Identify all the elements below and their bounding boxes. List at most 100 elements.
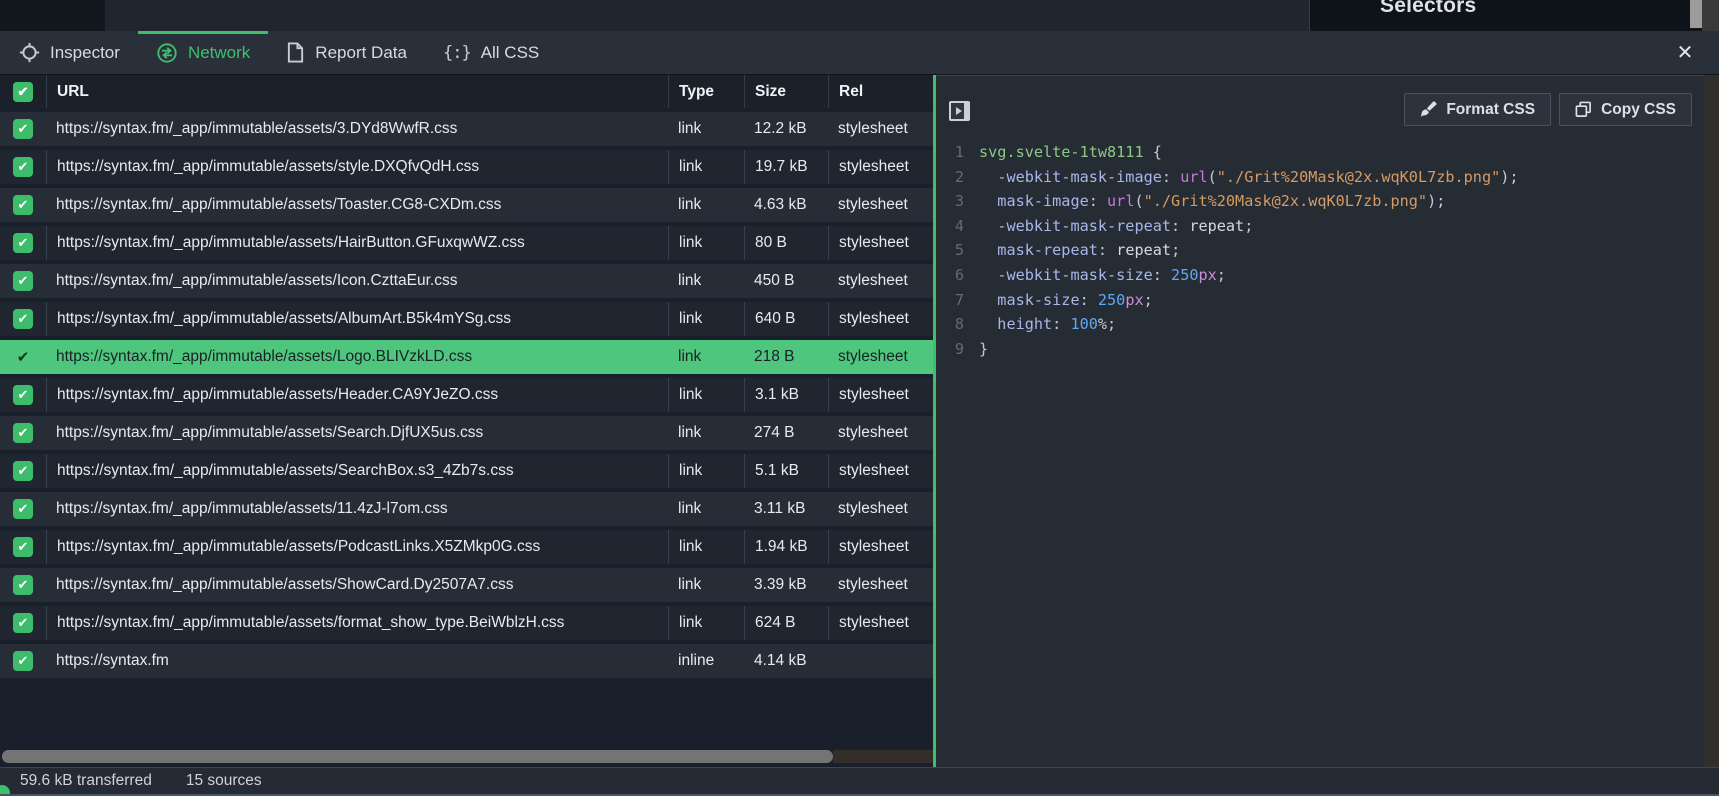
- row-checkbox[interactable]: ✔: [13, 461, 33, 481]
- row-checkbox[interactable]: ✔: [13, 423, 33, 443]
- row-checkbox-cell[interactable]: ✔: [0, 492, 46, 526]
- row-checkbox-cell[interactable]: ✔: [0, 112, 46, 146]
- network-table-panel: ✔ URL Type Size Rel ✔ https://syntax.fm/_…: [0, 75, 933, 767]
- row-type: link: [668, 530, 744, 564]
- row-checkbox-cell[interactable]: ✔: [0, 150, 46, 184]
- code-line: 6 -webkit-mask-size: 250px;: [936, 263, 1704, 288]
- vertical-scrollbar-track[interactable]: [1704, 75, 1719, 767]
- row-checkbox[interactable]: ✔: [13, 309, 33, 329]
- row-type: link: [668, 150, 744, 184]
- css-code-panel: Format CSS Copy CSS 1svg.svelte-1tw8111 …: [936, 75, 1704, 767]
- row-checkbox-cell[interactable]: ✔: [0, 454, 46, 488]
- row-rel: stylesheet: [828, 264, 933, 298]
- row-checkbox-cell[interactable]: ✔: [0, 264, 46, 298]
- row-checkbox[interactable]: ✔: [13, 195, 33, 215]
- table-row[interactable]: ✔https://syntax.fm/_app/immutable/assets…: [0, 568, 933, 602]
- row-url: https://syntax.fm/_app/immutable/assets/…: [46, 150, 668, 184]
- row-checkbox-cell[interactable]: ✔: [0, 188, 46, 222]
- line-number: 3: [936, 189, 964, 214]
- column-header-type[interactable]: Type: [668, 75, 744, 108]
- row-url: https://syntax.fm/_app/immutable/assets/…: [46, 530, 668, 564]
- row-checkbox-cell[interactable]: ✔: [0, 302, 46, 336]
- line-number: 1: [936, 140, 964, 165]
- table-row[interactable]: ✔https://syntax.fm/_app/immutable/assets…: [0, 112, 933, 146]
- row-url: https://syntax.fm/_app/immutable/assets/…: [46, 264, 668, 298]
- select-all-checkbox-cell[interactable]: ✔: [0, 75, 46, 108]
- paintbrush-icon: [1420, 101, 1437, 118]
- row-checkbox[interactable]: ✔: [13, 537, 33, 557]
- table-row[interactable]: ✔ https://syntax.fm/_app/immutable/assets…: [0, 530, 933, 564]
- row-size: 218 B: [744, 340, 828, 374]
- row-checkbox[interactable]: ✔: [13, 347, 33, 367]
- copy-css-button[interactable]: Copy CSS: [1559, 93, 1692, 126]
- sidebar-toggle-icon[interactable]: [949, 101, 970, 121]
- column-header-url[interactable]: URL: [46, 75, 668, 108]
- table-row[interactable]: ✔https://syntax.fm/_app/immutable/assets…: [0, 340, 933, 374]
- row-rel: stylesheet: [828, 530, 933, 564]
- row-type: link: [668, 606, 744, 640]
- table-row[interactable]: ✔https://syntax.fm/_app/immutable/assets…: [0, 416, 933, 450]
- table-row[interactable]: ✔https://syntax.fm/_app/immutable/assets…: [0, 454, 933, 488]
- row-rel: stylesheet: [828, 188, 933, 222]
- table-row[interactable]: ✔ https://syntax.fm/_app/immutable/assets…: [0, 492, 933, 526]
- row-checkbox[interactable]: ✔: [13, 271, 33, 291]
- transferred-total: 59.6 kB transferred: [20, 772, 152, 790]
- row-url: https://syntax.fm/_app/immutable/assets/…: [46, 302, 668, 336]
- table-row[interactable]: ✔ https://syntax.fm/_app/immutable/assets…: [0, 150, 933, 184]
- row-rel: stylesheet: [828, 150, 933, 184]
- page-behind-selectors-panel: Selectors: [1309, 0, 1719, 31]
- line-number: 7: [936, 288, 964, 313]
- column-header-rel[interactable]: Rel: [828, 75, 933, 108]
- css-code-editor[interactable]: 1svg.svelte-1tw8111 {2 -webkit-mask-imag…: [936, 132, 1704, 767]
- tab-all-css[interactable]: {:} All CSS: [425, 31, 557, 74]
- tab-network[interactable]: Network: [138, 31, 268, 74]
- row-checkbox[interactable]: ✔: [13, 119, 33, 139]
- code-line: 8 height: 100%;: [936, 312, 1704, 337]
- row-url: https://syntax.fm: [46, 644, 668, 678]
- row-size: 3.11 kB: [744, 492, 828, 526]
- row-checkbox-cell[interactable]: ✔: [0, 644, 46, 678]
- row-checkbox-cell[interactable]: ✔: [0, 606, 46, 640]
- row-size: 1.94 kB: [744, 530, 828, 564]
- row-rel: stylesheet: [828, 454, 933, 488]
- table-row[interactable]: ✔ https://syntax.fm/_app/immutable/assets…: [0, 302, 933, 336]
- horizontal-scrollbar-thumb[interactable]: [2, 750, 833, 763]
- table-row[interactable]: ✔https://syntax.fm/_app/immutable/assets…: [0, 226, 933, 260]
- row-checkbox[interactable]: ✔: [13, 157, 33, 177]
- horizontal-scrollbar[interactable]: [0, 749, 933, 764]
- column-header-size[interactable]: Size: [744, 75, 828, 108]
- row-checkbox-cell[interactable]: ✔: [0, 568, 46, 602]
- row-checkbox[interactable]: ✔: [13, 613, 33, 633]
- line-number: 4: [936, 214, 964, 239]
- row-checkbox-cell[interactable]: ✔: [0, 378, 46, 412]
- table-row[interactable]: ✔ https://syntax.fm/_app/immutable/assets…: [0, 264, 933, 298]
- tab-label: All CSS: [481, 43, 540, 63]
- table-row[interactable]: ✔https://syntax.fminline4.14 kB: [0, 644, 933, 678]
- row-checkbox[interactable]: ✔: [13, 499, 33, 519]
- page-scrollbar-thumb[interactable]: [1690, 0, 1702, 28]
- row-size: 80 B: [744, 226, 828, 260]
- row-rel: stylesheet: [828, 340, 933, 374]
- row-size: 274 B: [744, 416, 828, 450]
- row-checkbox[interactable]: ✔: [13, 651, 33, 671]
- row-checkbox-cell[interactable]: ✔: [0, 340, 46, 374]
- row-checkbox-cell[interactable]: ✔: [0, 416, 46, 450]
- row-checkbox-cell[interactable]: ✔: [0, 530, 46, 564]
- code-line: 1svg.svelte-1tw8111 {: [936, 140, 1704, 165]
- select-all-checkbox[interactable]: ✔: [13, 82, 33, 102]
- row-checkbox[interactable]: ✔: [13, 575, 33, 595]
- row-checkbox[interactable]: ✔: [13, 233, 33, 253]
- row-type: link: [668, 302, 744, 336]
- horizontal-scrollbar-track[interactable]: [833, 750, 933, 763]
- format-css-button[interactable]: Format CSS: [1404, 93, 1551, 126]
- table-row[interactable]: ✔https://syntax.fm/_app/immutable/assets…: [0, 378, 933, 412]
- page-scrollbar-track[interactable]: [1702, 0, 1719, 31]
- tab-report-data[interactable]: Report Data: [268, 31, 425, 74]
- row-url: https://syntax.fm/_app/immutable/assets/…: [46, 492, 668, 526]
- row-checkbox[interactable]: ✔: [13, 385, 33, 405]
- tab-inspector[interactable]: Inspector: [1, 31, 138, 74]
- table-row[interactable]: ✔https://syntax.fm/_app/immutable/assets…: [0, 606, 933, 640]
- table-row[interactable]: ✔https://syntax.fm/_app/immutable/assets…: [0, 188, 933, 222]
- close-icon[interactable]: ✕: [1673, 41, 1697, 65]
- row-checkbox-cell[interactable]: ✔: [0, 226, 46, 260]
